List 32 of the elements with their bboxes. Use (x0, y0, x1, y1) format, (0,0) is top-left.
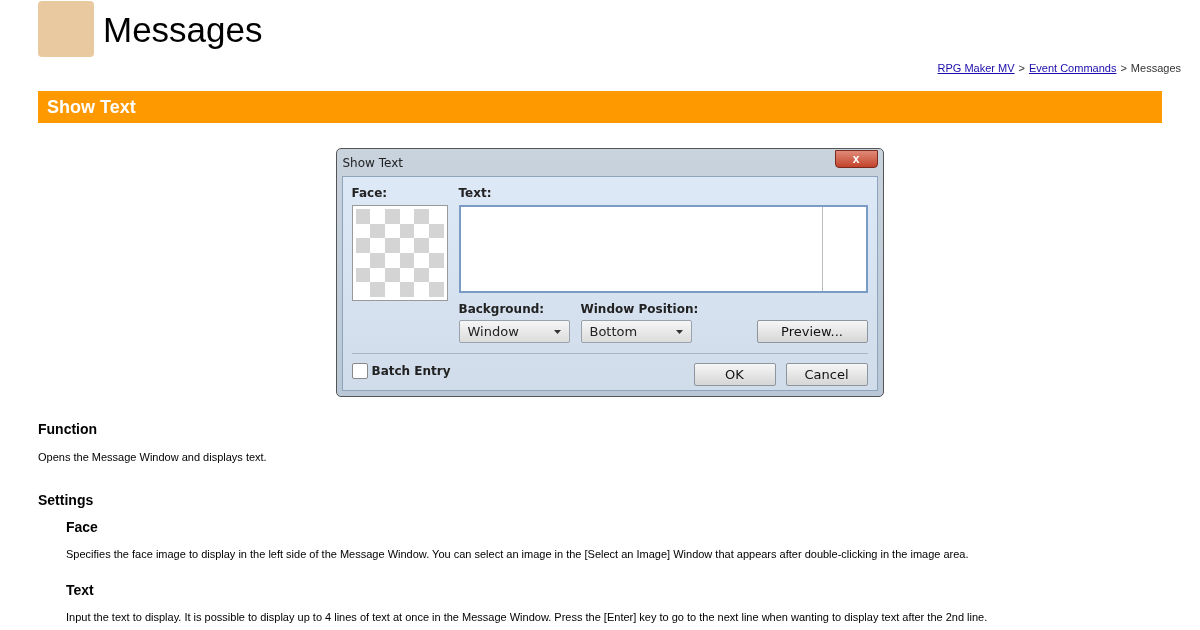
breadcrumb-link[interactable]: RPG Maker MV (937, 61, 1015, 75)
close-button[interactable]: x (834, 149, 878, 168)
face-image-area[interactable] (351, 205, 448, 301)
page-title: Messages (103, 11, 263, 47)
section-header: Show Text (38, 91, 1162, 123)
window-position-label: Window Position: (580, 301, 699, 318)
dropdown[interactable]: Window (458, 320, 570, 343)
dialog-title: Show Text (341, 154, 403, 172)
batch-entry-label: Batch Entry (371, 362, 451, 380)
dialog-button[interactable]: OK (693, 363, 776, 386)
breadcrumb-separator: > (1120, 61, 1127, 75)
caret-icon (553, 329, 561, 334)
face-label: Face: (351, 185, 389, 202)
breadcrumb-link[interactable]: Event Commands (1029, 61, 1117, 75)
settings-heading: Settings (38, 490, 95, 510)
background-label: Background: (458, 301, 546, 318)
dialog-button[interactable]: Preview... (756, 320, 868, 343)
dropdown[interactable]: Bottom (580, 320, 692, 343)
setting-description: Input the text to display. It is possible to display up to 4 lines of text at once in the Message Window. Press the [Enter] key to go to the next line when wanting to display text after the 2nd line. (66, 610, 989, 625)
batch-entry-checkbox[interactable] (351, 362, 368, 379)
avatar-placeholder (38, 1, 94, 57)
setting-heading: Text (66, 581, 95, 600)
dialog-button[interactable]: Cancel (785, 363, 868, 386)
setting-heading: Face (66, 517, 99, 537)
function-text: Opens the Message Window and displays text. (38, 450, 268, 465)
function-heading: Function (38, 420, 99, 439)
caret-icon (675, 329, 683, 334)
breadcrumb-separator: > (1018, 61, 1025, 75)
breadcrumb-current: Messages (1130, 61, 1181, 75)
setting-description: Specifies the face image to display in the left side of the Message Window. You can select an image in the [Select an Image] Window that appears after double-clicking in the image area. (66, 546, 970, 562)
text-input-area[interactable] (458, 205, 868, 293)
text-label: Text: (458, 185, 493, 202)
